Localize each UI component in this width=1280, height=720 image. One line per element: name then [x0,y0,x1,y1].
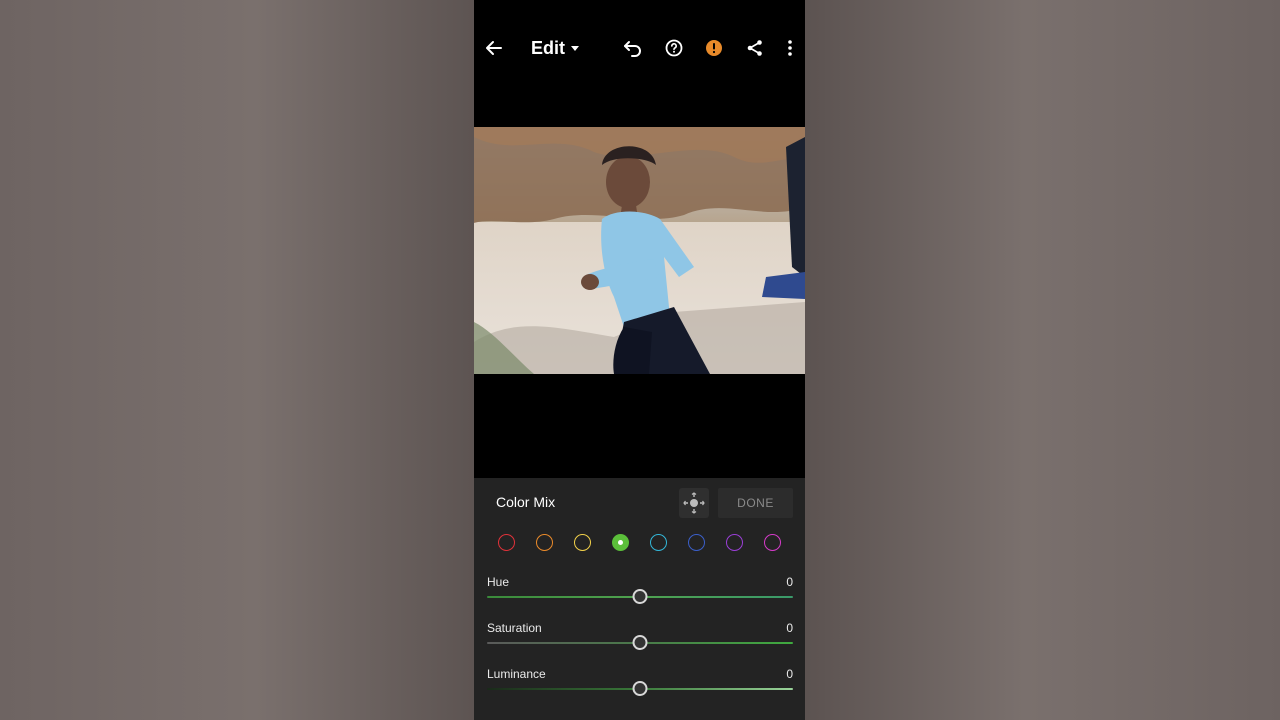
color-swatches [498,534,790,552]
more-vert-icon[interactable] [778,36,802,60]
edit-mode-dropdown[interactable]: Edit [531,36,579,60]
done-button[interactable]: DONE [718,488,793,518]
color-mix-panel: Color Mix DONE Hue 0 Saturation 0 Lumina… [474,478,805,720]
luminance-label: Luminance [487,667,546,681]
top-toolbar: Edit [474,0,805,95]
swatch-red[interactable] [498,534,515,551]
swatch-magenta[interactable] [764,534,781,551]
saturation-label: Saturation [487,621,542,635]
swatch-orange[interactable] [536,534,553,551]
luminance-slider-row: Luminance 0 [487,667,793,707]
swatch-aqua[interactable] [650,534,667,551]
share-icon[interactable] [743,36,767,60]
photo-preview[interactable] [474,127,805,374]
chevron-down-icon [571,45,579,51]
edit-mode-label: Edit [531,37,565,58]
phone-screen: Edit Color Mix DONE Hue 0 Saturation 0 L… [474,0,805,720]
panel-title: Color Mix [496,494,556,510]
saturation-slider-thumb[interactable] [632,635,648,650]
swatch-green[interactable] [612,534,629,551]
swatch-purple[interactable] [726,534,743,551]
target-adjust-icon [683,492,705,514]
undo-icon[interactable] [621,36,645,60]
hue-label: Hue [487,575,510,589]
luminance-value: 0 [786,667,793,681]
hue-value: 0 [786,575,793,589]
help-icon[interactable] [662,36,686,60]
swatch-blue[interactable] [688,534,705,551]
warning-icon[interactable] [702,36,726,60]
active-swatch-dot [618,540,623,545]
swatch-yellow[interactable] [574,534,591,551]
luminance-slider-thumb[interactable] [632,681,648,696]
hue-slider-row: Hue 0 [487,575,793,615]
back-arrow-icon[interactable] [482,36,506,60]
saturation-value: 0 [786,621,793,635]
target-adjust-button[interactable] [679,488,709,518]
hue-slider-thumb[interactable] [632,589,648,604]
saturation-slider-row: Saturation 0 [487,621,793,661]
